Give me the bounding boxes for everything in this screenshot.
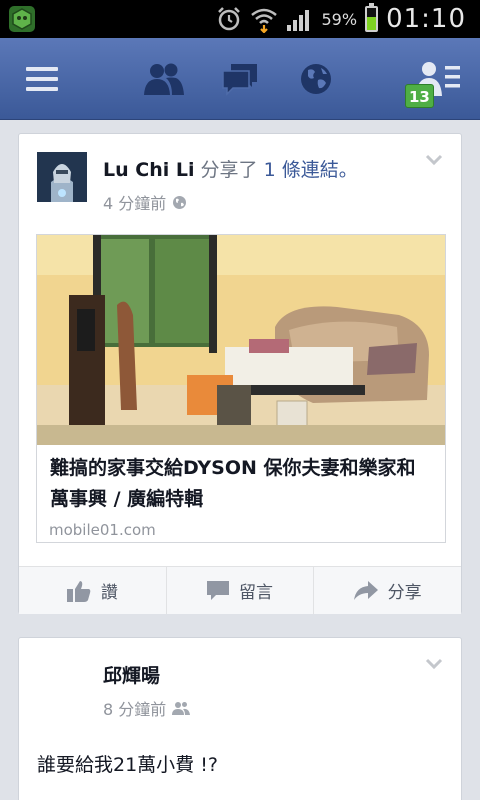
post-timestamp[interactable]: 8 分鐘前 [103,696,166,720]
signal-icon [286,10,309,31]
comment-label: 留言 [239,583,273,603]
living-room-photo [37,235,445,445]
like-button[interactable]: 讚 [19,567,167,614]
feed-post-card: 邱輝暘 8 分鐘前 誰要給我21萬小費 !? [18,637,462,800]
author-name[interactable]: Lu Chi Li [103,159,194,181]
battery-level-fill [367,17,377,30]
like-label: 讚 [100,583,118,603]
messages-icon [222,64,257,96]
notifications-globe-icon [301,64,331,94]
app-launcher-icon [9,6,35,32]
globe-icon [173,195,187,209]
status-bar: 59% 01:10 [0,0,480,38]
shared-link-preview[interactable]: 難搞的家事交給DYSON 保你夫妻和樂家和萬事興 / 廣編特輯 mobile01… [36,234,446,543]
post-header: Lu Chi Li 分享了 1 條連結。 [103,155,358,182]
post-timestamp[interactable]: 4 分鐘前 [103,190,166,214]
comment-button[interactable]: 留言 [167,567,315,614]
clock: 01:10 [386,4,466,34]
link-domain: mobile01.com [49,521,156,539]
share-arrow-icon [353,580,378,600]
wifi-icon [250,8,277,33]
friends-icon [172,702,191,715]
chevron-down-icon[interactable] [425,658,443,670]
link-preview-image [37,235,445,445]
friend-count-badge: 13 [405,84,434,108]
menu-icon [26,67,58,91]
alarm-icon [217,7,240,31]
messages-button[interactable] [212,38,268,120]
notifications-button[interactable] [288,38,344,120]
comment-icon [207,580,229,600]
thumbs-up-icon [66,580,91,602]
post-action-bar: 讚 留言 分享 [19,566,461,614]
feed-post-card: Lu Chi Li 分享了 1 條連結。 4 分鐘前 難搞的家事交給DYSON … [18,133,462,614]
avatar-image [37,152,87,202]
post-meta: 4 分鐘前 [103,190,187,214]
share-label: 分享 [387,583,422,603]
post-verb: 分享了 [200,159,258,181]
post-meta: 8 分鐘前 [103,696,191,720]
post-object-link[interactable]: 1 條連結。 [264,159,358,181]
battery-icon [365,3,379,32]
chevron-down-icon[interactable] [425,154,443,166]
author-name[interactable]: 邱輝暘 [103,661,160,688]
battery-percent: 59% [321,9,358,29]
author-avatar[interactable] [37,152,87,202]
friend-requests-button[interactable] [136,38,192,120]
top-nav-bar: 13 [0,38,480,120]
share-button[interactable]: 分享 [314,567,461,614]
link-title[interactable]: 難搞的家事交給DYSON 保你夫妻和樂家和萬事興 / 廣編特輯 [50,453,434,515]
post-text: 誰要給我21萬小費 !? [37,754,218,776]
friend-requests-icon [144,63,184,95]
menu-button[interactable] [14,38,70,120]
